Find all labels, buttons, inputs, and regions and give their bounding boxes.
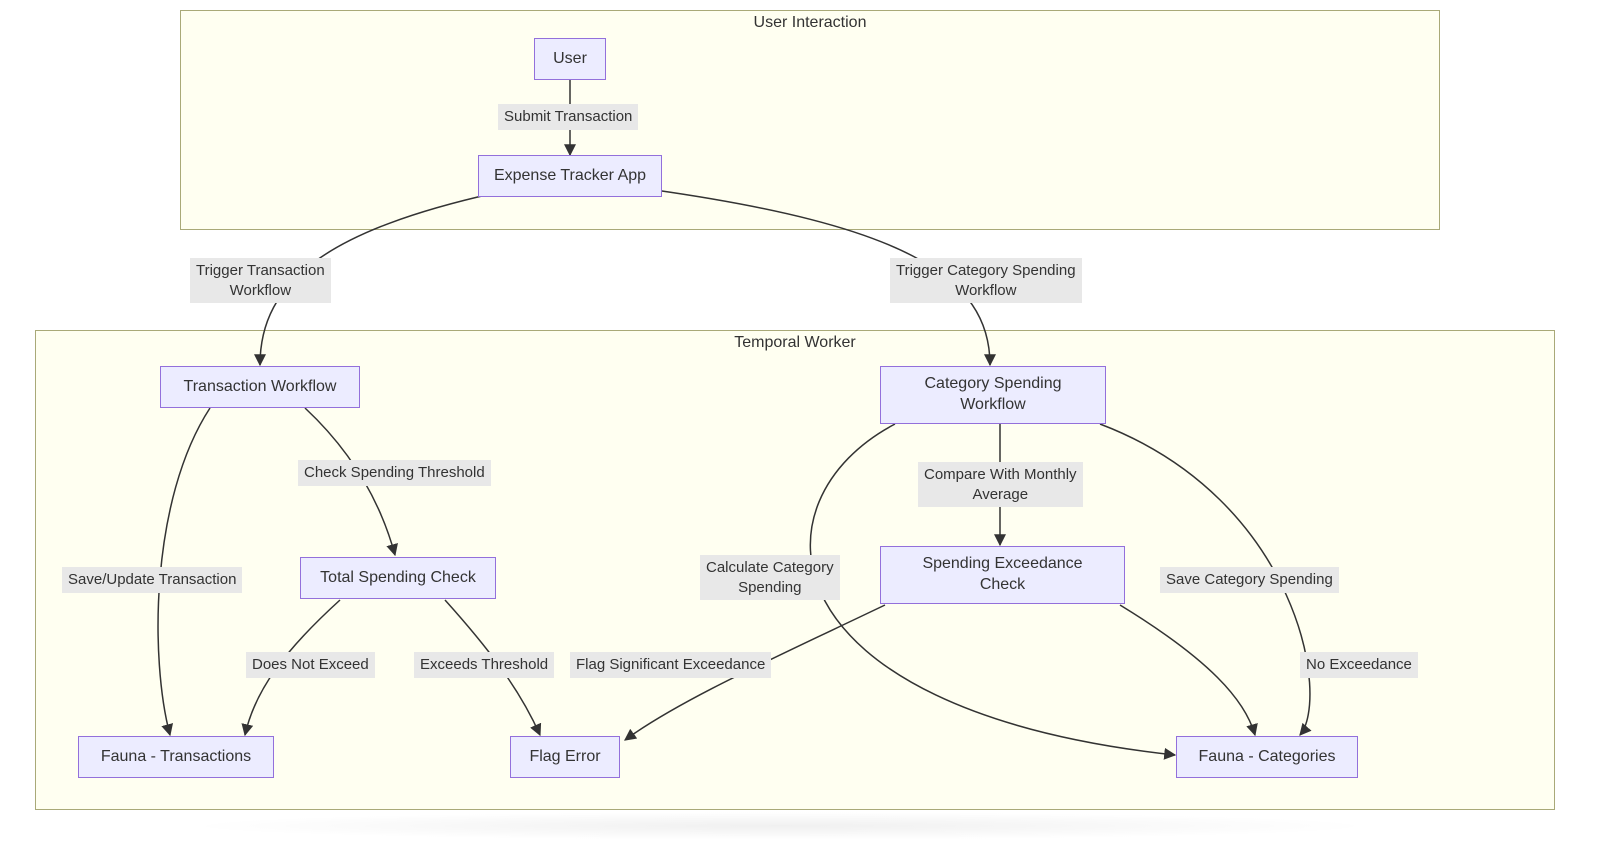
edge-label-submit-transaction: Submit Transaction	[498, 104, 638, 130]
subgraph-title-temporal-worker: Temporal Worker	[36, 334, 1554, 352]
node-spending-exceedance-check: Spending Exceedance Check	[880, 546, 1125, 604]
node-fauna-categories: Fauna - Categories	[1176, 736, 1358, 778]
subgraph-title-user-interaction: User Interaction	[181, 14, 1439, 32]
node-fauna-transactions: Fauna - Transactions	[78, 736, 274, 778]
edge-label-no-exceedance: No Exceedance	[1300, 652, 1418, 678]
bottom-shadow	[180, 812, 1380, 840]
node-total-spending-check: Total Spending Check	[300, 557, 496, 599]
node-expense-tracker-app: Expense Tracker App	[478, 155, 662, 197]
diagram-canvas: User Interaction Temporal Worker	[0, 0, 1600, 849]
edge-label-save-update-transaction: Save/Update Transaction	[62, 567, 242, 593]
subgraph-user-interaction: User Interaction	[180, 10, 1440, 230]
edge-label-trigger-category-spending-workflow: Trigger Category Spending Workflow	[890, 258, 1082, 303]
edge-label-check-spending-threshold: Check Spending Threshold	[298, 460, 491, 486]
edge-label-calculate-category-spending: Calculate Category Spending	[700, 555, 840, 600]
node-user: User	[534, 38, 606, 80]
node-category-spending-workflow: Category Spending Workflow	[880, 366, 1106, 424]
edge-label-exceeds-threshold: Exceeds Threshold	[414, 652, 554, 678]
edge-label-trigger-transaction-workflow: Trigger Transaction Workflow	[190, 258, 331, 303]
node-flag-error: Flag Error	[510, 736, 620, 778]
edge-label-compare-monthly-average: Compare With Monthly Average	[918, 462, 1083, 507]
node-transaction-workflow: Transaction Workflow	[160, 366, 360, 408]
edge-label-save-category-spending: Save Category Spending	[1160, 567, 1339, 593]
edge-label-does-not-exceed: Does Not Exceed	[246, 652, 375, 678]
edge-label-flag-significant-exceedance: Flag Significant Exceedance	[570, 652, 771, 678]
